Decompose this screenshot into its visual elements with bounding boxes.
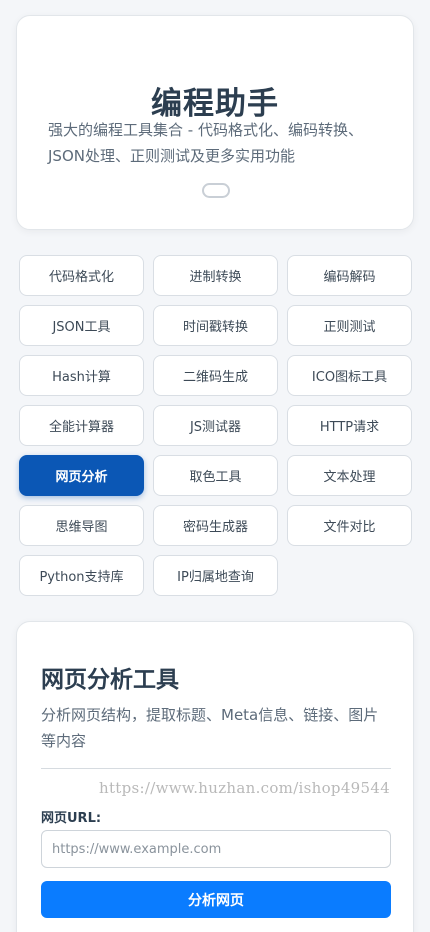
tool-button-2[interactable]: 编码解码 [287,255,412,296]
tool-button-19[interactable]: IP归属地查询 [153,555,278,596]
tool-button-15[interactable]: 思维导图 [19,505,144,546]
tool-button-13[interactable]: 取色工具 [153,455,278,496]
panel-title: 网页分析工具 [41,667,179,693]
tool-button-17[interactable]: 文件对比 [287,505,412,546]
tool-button-0[interactable]: 代码格式化 [19,255,144,296]
watermark: https://www.huzhan.com/ishop49544 [99,779,391,797]
url-input[interactable] [41,830,391,868]
tool-button-6[interactable]: Hash计算 [19,355,144,396]
tool-button-3[interactable]: JSON工具 [19,305,144,346]
divider [41,768,391,769]
tool-button-14[interactable]: 文本处理 [287,455,412,496]
tool-grid: 代码格式化 进制转换 编码解码 JSON工具 时间戳转换 正则测试 Hash计算 二维码生成 I… [19,255,412,596]
tool-button-4[interactable]: 时间戳转换 [153,305,278,346]
tool-button-16[interactable]: 密码生成器 [153,505,278,546]
tool-button-18[interactable]: Python支持库 [19,555,144,596]
tool-button-1[interactable]: 进制转换 [153,255,278,296]
app-subtitle: 强大的编程工具集合 - 代码格式化、编码转换、JSON处理、正则测试及更多实用功… [48,121,363,165]
theme-toggle[interactable] [202,183,230,198]
tool-button-12[interactable]: 网页分析 [19,455,144,496]
tool-button-9[interactable]: 全能计算器 [19,405,144,446]
tool-button-11[interactable]: HTTP请求 [287,405,412,446]
web-analysis-panel: 网页分析工具 分析网页结构，提取标题、Meta信息、链接、图片等内容 https… [16,621,414,932]
tool-button-10[interactable]: JS测试器 [153,405,278,446]
tool-button-5[interactable]: 正则测试 [287,305,412,346]
panel-description: 分析网页结构，提取标题、Meta信息、链接、图片等内容 [41,706,379,750]
hero-card: 编程助手 强大的编程工具集合 - 代码格式化、编码转换、JSON处理、正则测试及… [16,15,414,230]
tool-button-8[interactable]: ICO图标工具 [287,355,412,396]
analyze-button[interactable]: 分析网页 [41,881,391,918]
tool-button-7[interactable]: 二维码生成 [153,355,278,396]
page: 编程助手 强大的编程工具集合 - 代码格式化、编码转换、JSON处理、正则测试及… [0,0,430,932]
url-label: 网页URL: [41,811,102,826]
